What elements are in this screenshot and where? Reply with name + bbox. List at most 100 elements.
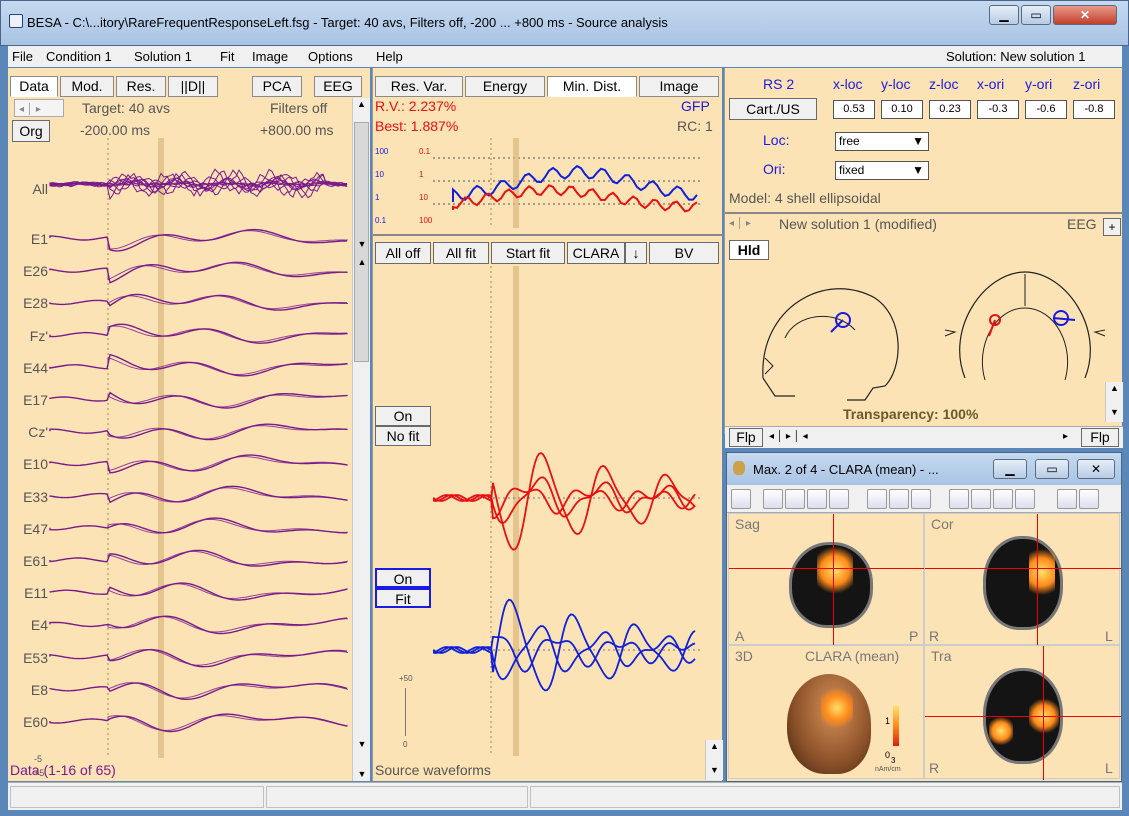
solution-nav-arrows[interactable]: ◂ │ ▸ (729, 218, 751, 229)
mri-minimize-button[interactable]: ▁ (993, 459, 1027, 479)
menu-condition[interactable]: Condition 1 (46, 49, 112, 64)
cart-us-button[interactable]: Cart./US (729, 98, 817, 120)
source-scrollbar[interactable]: ▲ ▼ (705, 740, 723, 780)
filter-icon[interactable] (993, 489, 1013, 509)
source2-fit-button[interactable]: Fit (375, 588, 431, 608)
coord-header: x-loc (833, 76, 863, 92)
tab-min-dist[interactable]: Min. Dist. (547, 76, 637, 97)
color-icon[interactable] (971, 489, 991, 509)
minimize-button[interactable]: ▁ (989, 5, 1019, 25)
orient-l: L (1105, 628, 1113, 644)
cursor-icon[interactable] (731, 489, 751, 509)
tab-image[interactable]: Image (639, 76, 719, 97)
splitter[interactable] (373, 234, 723, 236)
channel-trace (49, 713, 348, 733)
gfp-rv-plot[interactable] (433, 138, 703, 228)
source-scale-bar (405, 688, 406, 736)
coronal-panel[interactable]: Cor R L (924, 513, 1121, 646)
coord-field[interactable]: -0.3 (977, 100, 1019, 119)
tab-model[interactable]: Mod. (60, 76, 114, 97)
data-vertical-scrollbar[interactable]: ▲ ▼ ▲ ▼ ▼ (352, 98, 370, 781)
zoom-icon[interactable] (785, 489, 805, 509)
marker-add-icon[interactable] (1057, 489, 1077, 509)
loc-select[interactable]: free ▼ (835, 132, 929, 151)
tool-icon[interactable] (1015, 489, 1035, 509)
head-sagittal-view[interactable] (755, 268, 905, 408)
menu-options[interactable]: Options (308, 49, 353, 64)
flip-right-button[interactable]: Flp (1081, 428, 1119, 447)
colorbar-exp: 3 (891, 756, 896, 765)
orient-r: R (929, 628, 940, 644)
menu-solution[interactable]: Solution 1 (134, 49, 192, 64)
eeg-waveforms[interactable] (8, 138, 348, 758)
channel-model-trace (107, 356, 348, 375)
crosshair-icon[interactable] (829, 489, 849, 509)
menu-fit[interactable]: Fit (220, 49, 234, 64)
source-scale-bottom: 0 (403, 740, 408, 749)
source2-on-button[interactable]: On (375, 568, 431, 588)
contrast-icon[interactable] (889, 489, 909, 509)
channel-model-trace (107, 682, 348, 699)
flip-right-arrow-icon[interactable]: ▸ (1063, 431, 1068, 442)
source1-on-button[interactable]: On (375, 406, 431, 426)
colorbar-unit: nAm/cm (875, 766, 901, 773)
all-off-button[interactable]: All off (375, 242, 431, 264)
tab-residual-variance[interactable]: Res. Var. (375, 76, 463, 97)
start-time-label: -200.00 ms (80, 122, 151, 138)
surface-icon[interactable] (949, 489, 969, 509)
close-button[interactable]: ✕ (1053, 5, 1117, 25)
channel-trace (49, 454, 348, 474)
transverse-panel[interactable]: Tra R L (924, 645, 1121, 780)
coord-field[interactable]: 0.53 (833, 100, 875, 119)
tab-eeg[interactable]: EEG (314, 76, 362, 97)
channel-trace (49, 682, 348, 700)
three-d-panel[interactable]: 3D CLARA (mean) 1 0 3 nAm/cm (728, 645, 924, 779)
tab-data[interactable]: Data (10, 76, 58, 97)
hold-button[interactable]: Hld (729, 240, 769, 260)
view-icon[interactable] (867, 489, 887, 509)
coord-field[interactable]: 0.23 (929, 100, 971, 119)
down-arrow-icon[interactable]: ↓ (625, 242, 647, 264)
add-button[interactable]: + (1103, 218, 1121, 236)
marker-remove-icon[interactable] (1079, 489, 1099, 509)
head-coronal-view[interactable] (935, 268, 1115, 408)
start-fit-button[interactable]: Start fit (491, 242, 565, 264)
channel-model-trace (107, 295, 348, 310)
time-nav-arrows[interactable]: ◂ │ ▸ (14, 99, 64, 117)
tab-energy[interactable]: Energy (465, 76, 545, 97)
source1-fit-button[interactable]: No fit (375, 426, 431, 446)
flip-left-button[interactable]: Flp (729, 428, 763, 447)
menu-help[interactable]: Help (376, 49, 403, 64)
bv-button[interactable]: BV (649, 242, 719, 264)
source-waveforms-plot[interactable] (433, 266, 703, 756)
rotate-icon[interactable] (763, 489, 783, 509)
ori-select[interactable]: fixed ▼ (835, 161, 929, 180)
channel-trace (49, 228, 348, 252)
tab-residual[interactable]: Res. (116, 76, 166, 97)
flip-nav-arrows[interactable]: ◂ │ ▸ │ ◂ (769, 431, 808, 442)
splitter-right[interactable] (725, 212, 1123, 214)
all-fit-button[interactable]: All fit (433, 242, 489, 264)
coord-field[interactable]: -0.6 (1025, 100, 1067, 119)
coord-field[interactable]: -0.8 (1073, 100, 1115, 119)
brain-view-icon[interactable] (911, 489, 931, 509)
sagittal-panel[interactable]: Sag A P (728, 513, 925, 646)
move-icon[interactable] (807, 489, 827, 509)
gfp-axis-left: 100 10 1 0.1 (375, 147, 389, 225)
ori-label: Ori: (763, 161, 786, 177)
tab-pca[interactable]: PCA (252, 76, 302, 97)
mri-close-button[interactable]: ✕ (1077, 459, 1115, 479)
transparency-scrollbar[interactable]: ▲ ▼ (1105, 382, 1123, 422)
flip-scrollbar[interactable]: Flp ◂ │ ▸ │ ◂ ▸ Flp (725, 426, 1123, 448)
time-cursor (158, 138, 164, 758)
mri-maximize-button[interactable]: ▭ (1035, 459, 1069, 479)
clara-button[interactable]: CLARA (567, 242, 625, 264)
coord-field[interactable]: 0.10 (881, 100, 923, 119)
channel-trace (49, 261, 347, 284)
menu-image[interactable]: Image (252, 49, 288, 64)
besa-app-icon[interactable] (9, 14, 23, 28)
menu-file[interactable]: File (12, 49, 33, 64)
tab-norm[interactable]: ||D|| (168, 76, 218, 97)
maximize-button[interactable]: ▭ (1021, 5, 1051, 25)
status-bar (8, 782, 1122, 810)
